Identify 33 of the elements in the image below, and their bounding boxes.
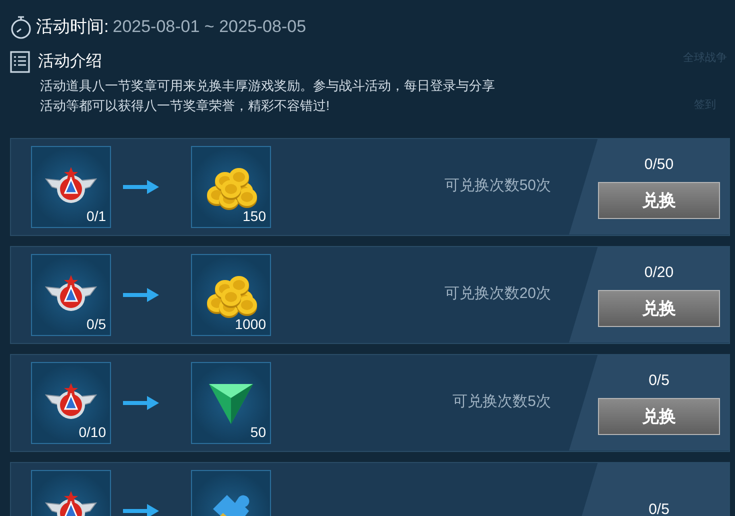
exchange-limit: 可兑换次数5次 — [452, 392, 551, 412]
cost-item-slot[interactable]: 0/5 — [31, 254, 111, 336]
stopwatch-icon — [10, 14, 32, 39]
intro-title: 活动介绍 — [38, 52, 102, 72]
reward-item-slot[interactable]: 150 — [191, 146, 271, 228]
item-count: 0/1 — [86, 206, 106, 224]
exchange-count: 0/5 — [648, 500, 670, 516]
exchange-limit: 可兑换次数50次 — [444, 176, 551, 196]
item-count: 0/10 — [78, 422, 106, 440]
time-label: 活动时间: — [36, 16, 109, 38]
reward-item-slot[interactable]: 1000 — [191, 254, 271, 336]
reward-item-slot[interactable]: 50 — [191, 362, 271, 444]
list-icon — [10, 50, 30, 72]
arrow-icon — [121, 502, 161, 516]
exchange-button[interactable]: 兑换 — [598, 290, 720, 328]
item-count: 50 — [250, 422, 266, 440]
exchange-count: 0/20 — [644, 262, 674, 283]
arrow-icon — [121, 286, 161, 304]
arrow-icon — [121, 394, 161, 412]
intro-text: 活动等都可以获得八一节奖章荣誉，精彩不容错过! — [40, 96, 330, 114]
item-count: 1000 — [234, 314, 266, 332]
exchange-count: 0/50 — [644, 154, 674, 175]
cost-item-slot[interactable]: 0/1 — [31, 146, 111, 228]
exchange-count: 0/5 — [648, 370, 670, 391]
time-value: 2025-08-01 ~ 2025-08-05 — [112, 16, 306, 38]
cost-item-slot[interactable]: 0/10 — [31, 362, 111, 444]
item-count: 0/5 — [86, 314, 106, 332]
exchange-button[interactable]: 兑换 — [598, 182, 720, 220]
arrow-icon — [121, 178, 161, 196]
item-count: 150 — [242, 206, 266, 224]
exchange-button[interactable]: 兑换 — [598, 398, 720, 436]
exchange-limit: 可兑换次数20次 — [444, 284, 551, 304]
intro-text: 活动道具八一节奖章可用来兑换丰厚游戏奖励。参与战斗活动，每日登录与分享 — [40, 76, 495, 94]
